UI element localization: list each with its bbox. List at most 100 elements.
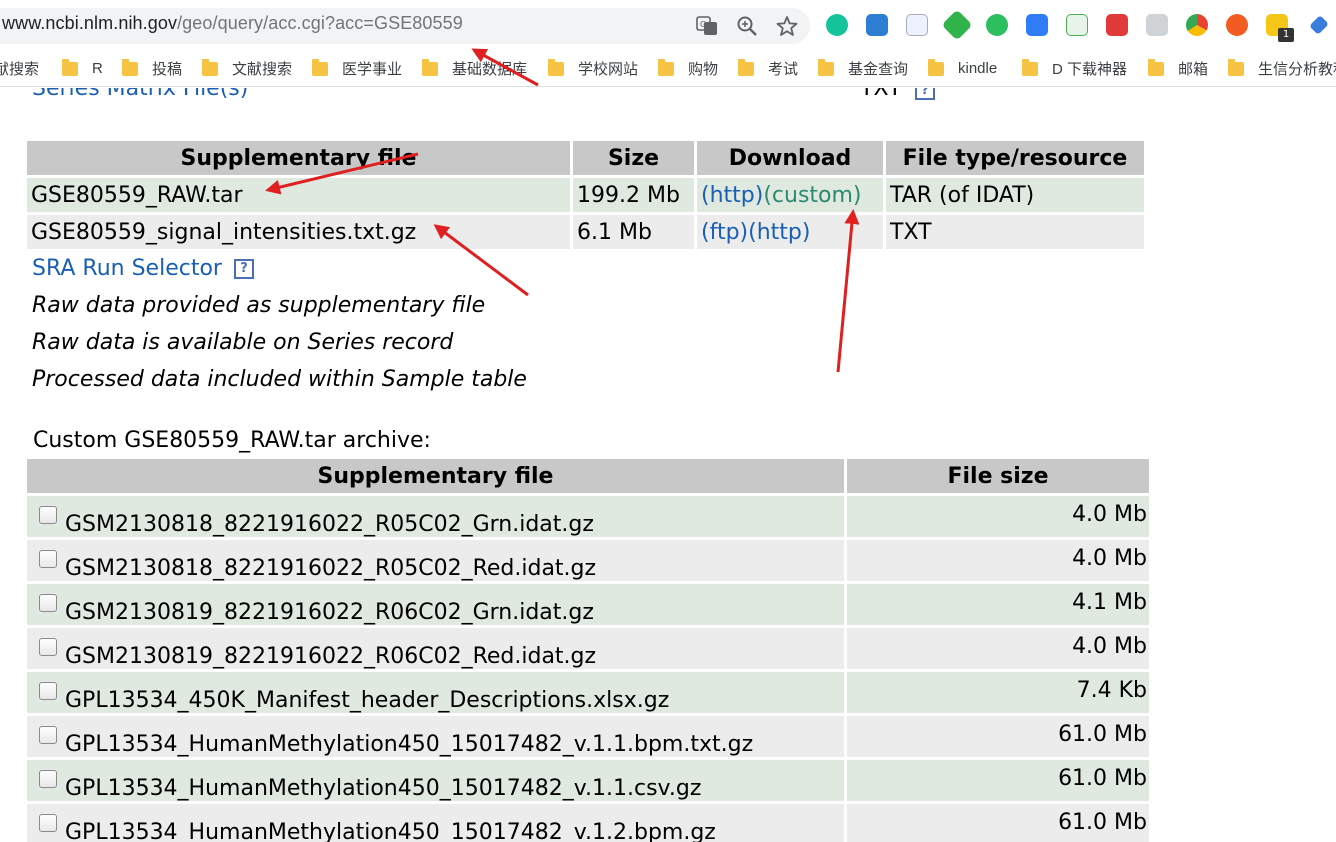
archive-table: Supplementary file File size GSM2130818_…: [24, 456, 1152, 842]
mail-extension-icon[interactable]: [1146, 14, 1168, 36]
bookmark-item[interactable]: 文献搜索: [202, 50, 292, 87]
folder-icon: [738, 58, 754, 76]
folder-icon: [1148, 58, 1164, 76]
bookmark-item[interactable]: 基础数据库: [422, 50, 527, 87]
bookmark-item[interactable]: kindle: [928, 50, 997, 87]
bookmark-label: 生信分析教程: [1258, 61, 1336, 78]
bookmark-item[interactable]: 医学事业: [312, 50, 402, 87]
file-size: 61.0 Mb: [847, 716, 1149, 757]
bookmark-label: 献搜索: [0, 61, 40, 78]
shield-extension-icon[interactable]: [1309, 15, 1329, 35]
folder-icon: [818, 58, 834, 76]
sra-run-selector: SRA Run Selector ?: [32, 256, 254, 281]
table-row: GSM2130819_8221916022_R06C02_Red.idat.gz…: [27, 628, 1149, 669]
sra-run-selector-link[interactable]: SRA Run Selector: [32, 256, 222, 281]
bookmark-label: 学校网站: [578, 61, 639, 78]
chrome-extension-icon[interactable]: [1186, 14, 1208, 36]
http-link[interactable]: (http): [701, 183, 763, 208]
bookmark-label: 邮箱: [1178, 61, 1209, 78]
file-cell: GSM2130819_8221916022_R06C02_Red.idat.gz: [27, 628, 844, 669]
file-type: TAR (of IDAT): [886, 178, 1144, 212]
header-file-size: File size: [847, 459, 1149, 493]
bookmark-item[interactable]: 学校网站: [548, 50, 638, 87]
supplementary-files-table: Supplementary file Size Download File ty…: [24, 138, 1147, 252]
header-supplementary-file: Supplementary file: [27, 459, 844, 493]
series-matrix-link[interactable]: Series Matrix File(s): [32, 88, 248, 101]
feed-extension-icon[interactable]: [866, 14, 888, 36]
file-checkbox[interactable]: [39, 550, 57, 568]
folder-icon: [62, 58, 78, 76]
svg-text:G: G: [700, 20, 706, 29]
bookmark-item[interactable]: 考试: [738, 50, 798, 87]
file-cell: GPL13534_HumanMethylation450_15017482_v.…: [27, 716, 844, 757]
header-supplementary-file: Supplementary file: [27, 141, 570, 175]
table-row: GPL13534_HumanMethylation450_15017482_v.…: [27, 760, 1149, 801]
table-row: GSM2130819_8221916022_R06C02_Grn.idat.gz…: [27, 584, 1149, 625]
check-extension-icon[interactable]: [1066, 14, 1088, 36]
evernote-extension-icon[interactable]: [986, 14, 1008, 36]
file-checkbox[interactable]: [39, 638, 57, 656]
url-path: /geo/query/acc.cgi?acc=GSE80559: [177, 13, 463, 33]
url-host: www.ncbi.nlm.nih.gov: [2, 13, 178, 33]
green-diamond-extension-icon[interactable]: [941, 9, 973, 41]
download-links: (http)(custom): [697, 178, 883, 212]
grammarly-extension-icon[interactable]: [826, 14, 848, 36]
file-checkbox[interactable]: [39, 594, 57, 612]
table-row: GSM2130818_8221916022_R05C02_Red.idat.gz…: [27, 540, 1149, 581]
file-cell: GPL13534_450K_Manifest_header_Descriptio…: [27, 672, 844, 713]
bookmark-label: D 下载神器: [1052, 61, 1128, 78]
help-icon[interactable]: ?: [915, 88, 935, 100]
file-checkbox[interactable]: [39, 814, 57, 832]
file-name: GPL13534_450K_Manifest_header_Descriptio…: [65, 688, 670, 713]
folder-icon: [1022, 58, 1038, 76]
folder-icon: [312, 58, 328, 76]
file-name: GSM2130819_8221916022_R06C02_Red.idat.gz: [65, 644, 597, 669]
file-cell: GPL13534_HumanMethylation450_15017482_v.…: [27, 804, 844, 842]
translate-icon[interactable]: G: [696, 15, 718, 37]
file-checkbox[interactable]: [39, 770, 57, 788]
header-download: Download: [697, 141, 883, 175]
infinity-extension-icon[interactable]: [1226, 14, 1248, 36]
http-link[interactable]: (http): [748, 220, 810, 245]
bookmark-label: 投稿: [152, 61, 183, 78]
bookmark-label: kindle: [958, 60, 998, 77]
bookmark-item[interactable]: 基金查询: [818, 50, 908, 87]
bookmark-item[interactable]: R: [62, 50, 103, 87]
file-checkbox[interactable]: [39, 682, 57, 700]
file-checkbox[interactable]: [39, 506, 57, 524]
file-size: 4.0 Mb: [847, 628, 1149, 669]
folder-icon: [1228, 58, 1244, 76]
file-cell: GPL13534_HumanMethylation450_15017482_v.…: [27, 760, 844, 801]
help-icon[interactable]: ?: [233, 258, 254, 279]
blue-extension-icon[interactable]: [1026, 14, 1048, 36]
bookmark-item[interactable]: D 下载神器: [1022, 50, 1127, 87]
red-extension-icon[interactable]: [1106, 14, 1128, 36]
file-size: 6.1 Mb: [573, 215, 694, 249]
file-cell: GSM2130818_8221916022_R05C02_Red.idat.gz: [27, 540, 844, 581]
bookmark-item[interactable]: 邮箱: [1148, 50, 1208, 87]
ftp-link[interactable]: (ftp): [701, 220, 748, 245]
folder-icon: [658, 58, 674, 76]
file-checkbox[interactable]: [39, 726, 57, 744]
star-bookmark-icon[interactable]: [776, 15, 798, 37]
browser-toolbar: www.ncbi.nlm.nih.gov/geo/query/acc.cgi?a…: [0, 0, 1336, 50]
table-row: GPL13534_HumanMethylation450_15017482_v.…: [27, 716, 1149, 757]
url-text[interactable]: www.ncbi.nlm.nih.gov/geo/query/acc.cgi?a…: [2, 13, 463, 34]
zoom-icon[interactable]: [736, 15, 758, 37]
series-matrix-type: TXT: [860, 88, 902, 101]
table-row: GSE80559_signal_intensities.txt.gz 6.1 M…: [27, 215, 1144, 249]
science-extension-icon[interactable]: [906, 14, 928, 36]
bookmark-item[interactable]: 生信分析教程: [1228, 50, 1336, 87]
folder-icon: [202, 58, 218, 76]
bookmark-item[interactable]: 购物: [658, 50, 718, 87]
bookmark-item[interactable]: 献搜索: [0, 50, 39, 87]
table-row: GPL13534_450K_Manifest_header_Descriptio…: [27, 672, 1149, 713]
bookmark-label: 基金查询: [848, 61, 909, 78]
bookmark-item[interactable]: 投稿: [122, 50, 182, 87]
file-size: 4.0 Mb: [847, 496, 1149, 537]
custom-link[interactable]: (custom): [763, 183, 861, 208]
bookmarks-bar: 献搜索 R 投稿 文献搜索 医学事业 基础数据库 学校网站 购物 考试 基金查询 kindle D 下…: [0, 50, 1336, 87]
file-name: GPL13534_HumanMethylation450_15017482_v.…: [65, 820, 716, 842]
note-raw-series: Raw data is available on Series record: [32, 330, 454, 355]
file-name: GPL13534_HumanMethylation450_15017482_v.…: [65, 732, 754, 757]
